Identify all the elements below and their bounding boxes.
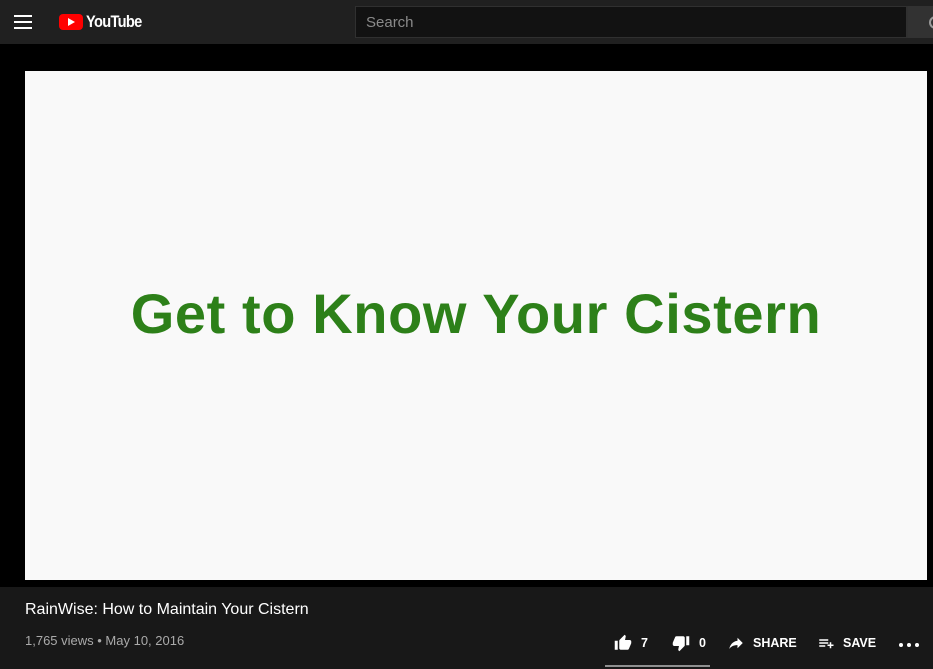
search-button[interactable] [907, 6, 933, 38]
like-button[interactable]: 7 [613, 633, 648, 653]
video-player[interactable]: Get to Know Your Cistern [25, 71, 927, 580]
search-icon [929, 16, 933, 29]
save-button[interactable]: SAVE [817, 633, 876, 653]
video-meta: 1,765 views • May 10, 2016 [25, 633, 185, 648]
like-dislike-ratio-bar [605, 665, 710, 667]
search-input[interactable] [355, 6, 907, 38]
save-label: SAVE [843, 636, 877, 650]
hamburger-menu-icon[interactable] [11, 12, 35, 32]
youtube-logo[interactable]: YouTube [59, 11, 151, 33]
video-title: RainWise: How to Maintain Your Cistern [25, 601, 309, 618]
video-frame-text: Get to Know Your Cistern [130, 282, 822, 345]
logo-text: YouTube [86, 12, 142, 31]
thumbs-up-icon [614, 634, 632, 650]
more-options-icon[interactable] [898, 640, 920, 650]
dislike-count: 0 [699, 636, 706, 650]
like-count: 7 [641, 636, 648, 650]
share-arrow-icon [729, 637, 743, 649]
youtube-play-icon [59, 14, 83, 30]
dislike-button[interactable]: 0 [671, 633, 706, 653]
share-label: SHARE [753, 636, 797, 650]
share-button[interactable]: SHARE [727, 633, 797, 653]
thumbs-down-icon [672, 636, 690, 652]
playlist-add-icon [819, 639, 834, 649]
top-bar: YouTube [0, 0, 933, 44]
